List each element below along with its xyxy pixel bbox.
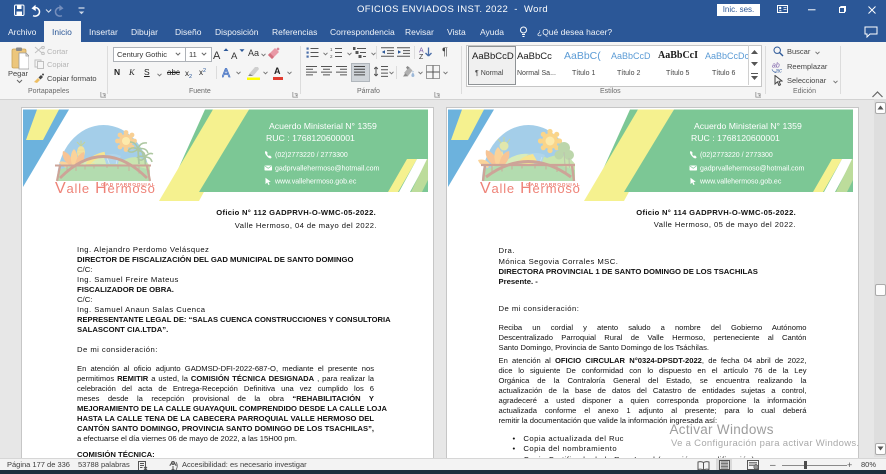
svg-text:ac: ac (776, 68, 782, 72)
svg-text:(02)2773220 / 2773300: (02)2773220 / 2773300 (275, 152, 348, 159)
svg-text:(02)2773220 / 2773300: (02)2773220 / 2773300 (700, 152, 773, 159)
svg-text:www.vallehermoso.gob.ec: www.vallehermoso.gob.ec (699, 179, 782, 186)
svg-text:A: A (213, 50, 221, 61)
svg-text:gadprvallehermoso@hotmail.com: gadprvallehermoso@hotmail.com (700, 166, 805, 173)
svg-text:Z: Z (419, 54, 424, 59)
svg-text:GAD PARROQUIAL: GAD PARROQUIAL (101, 182, 155, 188)
svg-text:A: A (231, 51, 238, 61)
svg-text:GAD PARROQUIAL: GAD PARROQUIAL (526, 182, 580, 188)
svg-text:A: A (222, 66, 230, 79)
svg-text:Acuerdo Ministerial N° 1359: Acuerdo Ministerial N° 1359 (694, 121, 802, 131)
svg-text:gadprvallehermoso@hotmail.com: gadprvallehermoso@hotmail.com (275, 166, 380, 173)
svg-text:RUC : 1768120600001: RUC : 1768120600001 (266, 133, 355, 143)
svg-text:2: 2 (330, 54, 333, 58)
svg-text:1: 1 (330, 47, 333, 52)
svg-text:www.vallehermoso.gob.ec: www.vallehermoso.gob.ec (274, 179, 357, 186)
svg-text:Acuerdo Ministerial N° 1359: Acuerdo Ministerial N° 1359 (269, 121, 377, 131)
svg-text:RUC : 1768120600001: RUC : 1768120600001 (691, 133, 780, 143)
